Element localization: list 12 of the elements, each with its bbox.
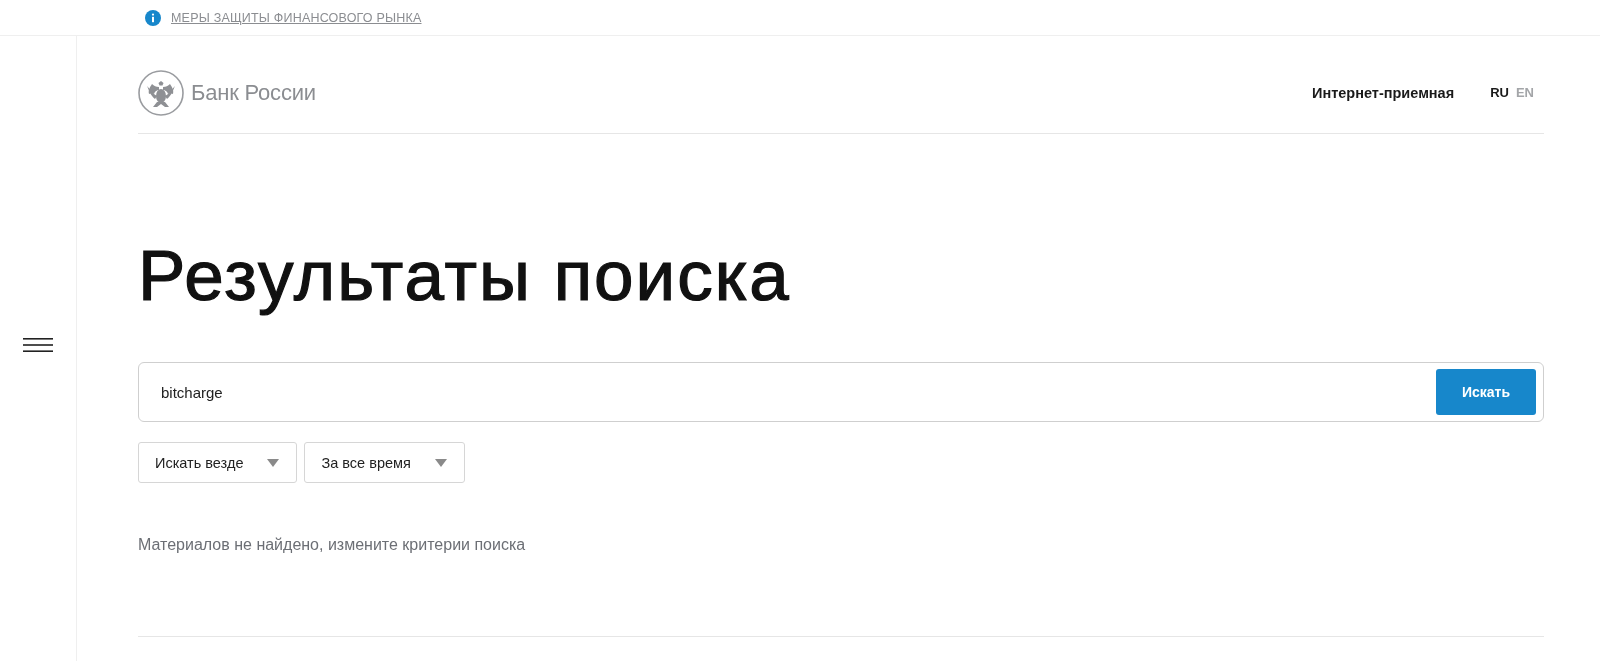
- nav-link[interactable]: Интернет-приемная: [1311, 84, 1455, 101]
- caret-icon: [267, 458, 280, 467]
- filter-dropdown[interactable]: Искать везде: [138, 442, 298, 483]
- search-field[interactable]: bitcharge Искать: [138, 362, 1544, 422]
- filter-dropdown[interactable]: За все время: [304, 442, 465, 483]
- empty-message: Материалов не найдено, измените критерии поиска: [138, 535, 527, 555]
- menu-icon[interactable]: [23, 337, 53, 353]
- info-icon: [145, 9, 161, 26]
- emblem-icon[interactable]: [138, 69, 184, 116]
- caret-icon: [434, 458, 447, 467]
- language-button[interactable]: RU: [1488, 85, 1511, 100]
- search-button[interactable]: Искать: [1436, 369, 1536, 415]
